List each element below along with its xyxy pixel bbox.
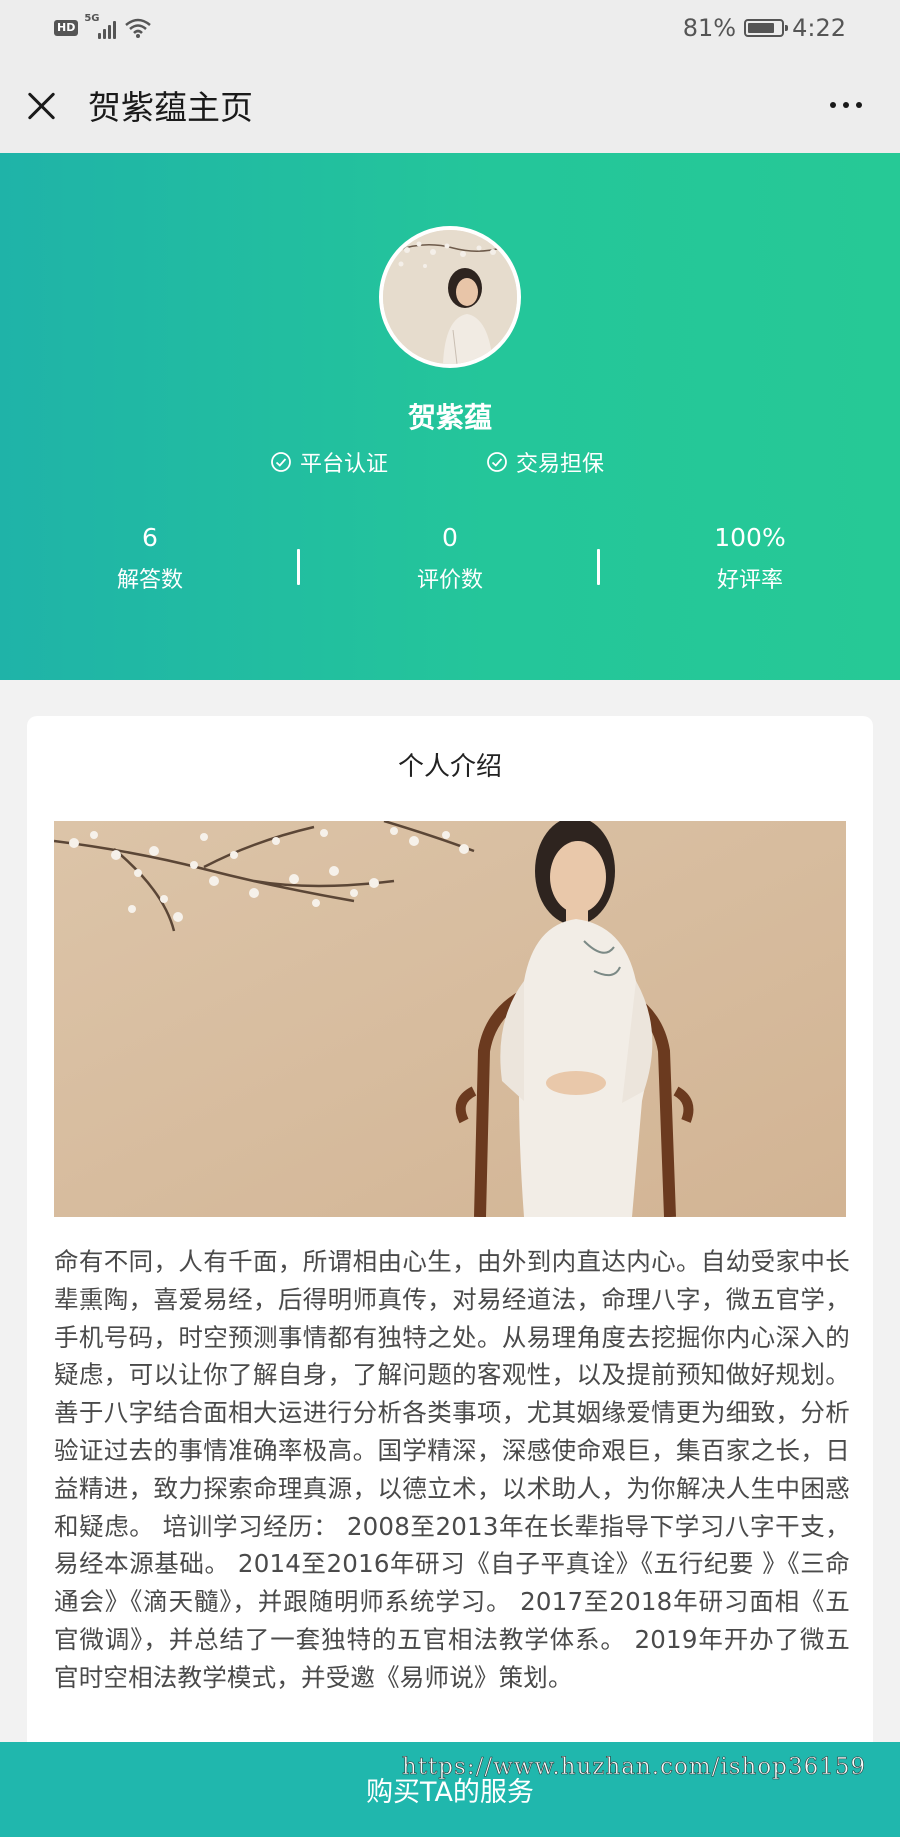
close-icon[interactable] bbox=[24, 88, 58, 122]
badge-label: 交易担保 bbox=[516, 452, 605, 477]
status-right: 81% 4:22 bbox=[683, 14, 846, 42]
hd-indicator: HD bbox=[54, 20, 79, 36]
profile-header: 贺紫蕴 平台认证 交易担保 6 解答数 0 评价数 100% 好评率 bbox=[0, 153, 900, 680]
stat-value: 100% bbox=[714, 523, 786, 552]
nav-bar: 贺紫蕴主页 bbox=[0, 56, 900, 153]
intro-text: 命有不同，人有千面，所谓相由心生，由外到内直达内心。自幼受家中长辈熏陶，喜爱易经… bbox=[54, 1247, 850, 1692]
stat-reviews: 0 评价数 bbox=[300, 523, 600, 595]
stat-label: 解答数 bbox=[116, 568, 183, 593]
check-circle-icon bbox=[271, 452, 291, 472]
stat-label: 好评率 bbox=[716, 568, 783, 593]
badge-platform-verified: 平台认证 bbox=[270, 446, 388, 478]
badge-transaction-guarantee: 交易担保 bbox=[486, 446, 604, 478]
avatar[interactable] bbox=[379, 226, 521, 368]
clock: 4:22 bbox=[792, 14, 846, 42]
wifi-icon bbox=[125, 18, 152, 38]
badge-list: 平台认证 交易担保 bbox=[270, 446, 604, 478]
check-circle-icon bbox=[487, 452, 507, 472]
profile-name: 贺紫蕴 bbox=[407, 401, 492, 434]
battery-icon bbox=[744, 19, 789, 37]
status-left: HD 5G bbox=[54, 13, 152, 39]
network-type: 5G bbox=[84, 13, 100, 24]
badge-label: 平台认证 bbox=[300, 452, 389, 477]
stat-value: 6 bbox=[142, 523, 158, 552]
battery-percent: 81% bbox=[682, 14, 737, 42]
page-title: 贺紫蕴主页 bbox=[88, 87, 253, 127]
stat-label: 评价数 bbox=[416, 568, 483, 593]
stat-positive-rate: 100% 好评率 bbox=[600, 523, 900, 595]
intro-card: 个人介绍 命有不同，人有千面，所谓相由心生，由外到内直达内心。自幼受家中长辈熏陶… bbox=[27, 716, 873, 1796]
intro-title: 个人介绍 bbox=[397, 752, 502, 782]
profile-photo bbox=[54, 821, 846, 1217]
stat-answers: 6 解答数 bbox=[0, 523, 300, 595]
stats-row: 6 解答数 0 评价数 100% 好评率 bbox=[0, 523, 900, 595]
signal-icon: 5G bbox=[84, 13, 117, 39]
watermark: https://www.huzhan.com/ishop36159 bbox=[402, 1754, 867, 1781]
stat-value: 0 bbox=[442, 523, 458, 552]
more-icon[interactable] bbox=[816, 92, 876, 118]
status-bar: HD 5G 81% 4:22 bbox=[0, 0, 900, 56]
